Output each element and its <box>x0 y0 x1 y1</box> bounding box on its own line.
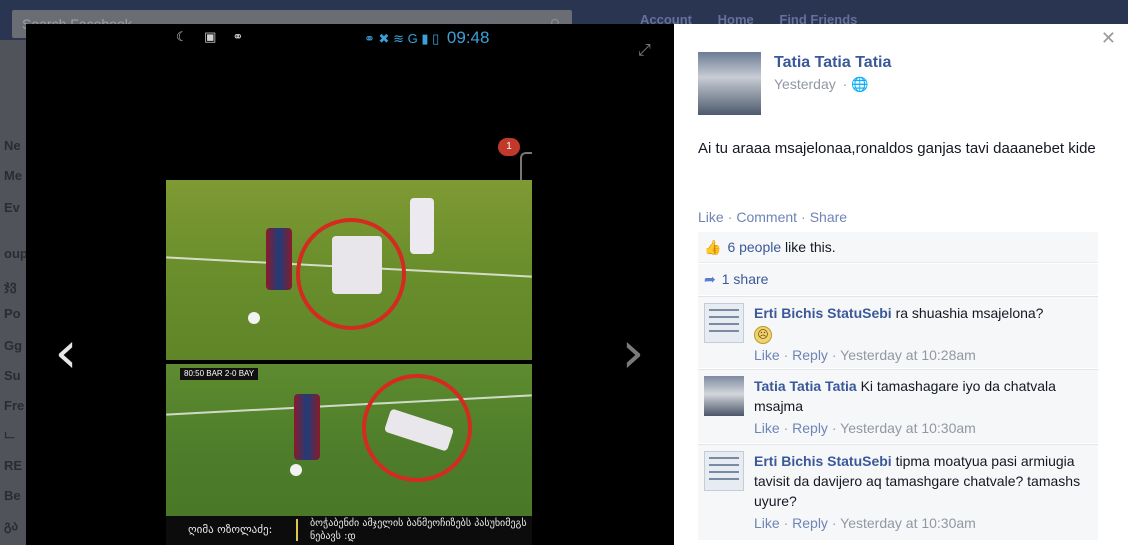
comment-avatar[interactable] <box>704 376 744 416</box>
post-author[interactable]: Tatia Tatia Tatia <box>774 54 891 72</box>
fullscreen-icon[interactable]: ⤢ <box>638 42 651 60</box>
ball <box>290 464 302 476</box>
comment-like-button[interactable]: Like <box>754 347 780 363</box>
headphones-icon: ⚭ <box>364 31 375 46</box>
sidebar-item[interactable]: ჯვ <box>4 278 17 294</box>
frown-emoji-icon: ☹ <box>754 326 772 344</box>
comment-like-button[interactable]: Like <box>754 515 780 531</box>
sidebar-item[interactable]: RE <box>4 458 22 473</box>
previous-photo-button[interactable]: ‹ <box>46 323 86 381</box>
sidebar-item[interactable]: Fre <box>4 398 24 413</box>
network-type: G <box>407 31 418 46</box>
sidebar-item[interactable]: Po <box>4 306 21 321</box>
sidebar-item[interactable]: გა <box>4 518 18 534</box>
comment-meta: Like · Reply · Yesterday at 10:30am <box>754 515 976 531</box>
headphones-icon: ⚭ <box>232 29 244 44</box>
comment-avatar[interactable] <box>704 451 744 491</box>
comment-time[interactable]: Yesterday at 10:30am <box>840 420 976 436</box>
likes-count-link[interactable]: 6 people <box>727 239 781 255</box>
post-time: Yesterday · 🌐 <box>774 76 869 93</box>
player <box>294 394 320 460</box>
signal-icon: ▮ <box>421 31 429 46</box>
highlight-circle <box>362 374 472 482</box>
post-time-label[interactable]: Yesterday <box>774 76 836 92</box>
match-frame-bottom: 80:50 BAR 2-0 BAY <box>166 364 532 516</box>
comment-reply-button[interactable]: Reply <box>792 347 828 363</box>
comment-meta: Like · Reply · Yesterday at 10:30am <box>754 420 976 436</box>
comment-reply-button[interactable]: Reply <box>792 515 828 531</box>
like-button[interactable]: Like <box>698 209 724 225</box>
notification-badge: 1 <box>498 138 520 156</box>
comment-item: Erti Bichis StatuSebi ra shuashia msajel… <box>698 296 1098 368</box>
shares-count-link[interactable]: 1 share <box>722 271 769 287</box>
post-text: Ai tu araaa msajelonaa,ronaldos ganjas t… <box>698 140 1096 157</box>
shares-row: ➦ 1 share <box>698 264 1098 295</box>
player <box>266 228 292 290</box>
likes-row: 👍 6 people like this. <box>698 232 1098 263</box>
sidebar-item[interactable]: Gg <box>4 338 22 353</box>
comment-button[interactable]: Comment <box>736 209 797 225</box>
status-time: 09:48 <box>446 28 490 47</box>
left-sidebar: Ne Me Ev oup ჯვ Po Gg Su Fre ட RE Be გა <box>0 40 28 545</box>
likes-suffix: like this. <box>781 239 836 255</box>
photo-stage: ☾ ▣ ⚭ ⚭ ✖ ≋ G ▮ ▯ 09:48 1 80:50 BAR 2-0 … <box>26 24 674 545</box>
comment-text: ra shuashia msajelona? <box>895 305 1044 321</box>
comment-body: Erti Bichis StatuSebi tipma moatyua pasi… <box>754 451 1092 511</box>
sidebar-item[interactable]: ட <box>4 426 14 443</box>
globe-icon: · 🌐 <box>838 76 869 92</box>
caption-divider <box>296 519 298 541</box>
pitch-line <box>166 394 532 416</box>
comment-author[interactable]: Erti Bichis StatuSebi <box>754 305 892 321</box>
mute-icon: ✖ <box>378 31 390 46</box>
wifi-icon: ≋ <box>393 31 404 46</box>
photo[interactable]: ☾ ▣ ⚭ ⚭ ✖ ≋ G ▮ ▯ 09:48 1 80:50 BAR 2-0 … <box>166 24 532 545</box>
sidebar-item[interactable]: Ev <box>4 200 20 215</box>
comment-item: Erti Bichis StatuSebi tipma moatyua pasi… <box>698 444 1098 540</box>
comment-body: Erti Bichis StatuSebi ra shuashia msajel… <box>754 303 1092 344</box>
highlight-circle <box>296 218 406 330</box>
comment-time[interactable]: Yesterday at 10:30am <box>840 515 976 531</box>
photo-caption: ღიმა ოზოლაძე: ბოჭაბენძი ამჯელის ბანმეოჩი… <box>166 516 532 545</box>
share-button[interactable]: Share <box>810 209 847 225</box>
comment-meta: Like · Reply · Yesterday at 10:28am <box>754 347 976 363</box>
thumbs-up-icon: 👍 <box>704 239 722 255</box>
match-frame-top <box>166 180 532 360</box>
comment-like-button[interactable]: Like <box>754 420 780 436</box>
comment-avatar[interactable] <box>704 303 744 343</box>
comment-author[interactable]: Erti Bichis StatuSebi <box>754 453 892 469</box>
sidebar-item[interactable]: oup <box>4 246 28 261</box>
close-icon[interactable]: ✕ <box>1101 28 1116 49</box>
ball <box>248 312 260 324</box>
sidebar-item[interactable]: Su <box>4 368 21 383</box>
sidebar-item[interactable]: Me <box>4 168 22 183</box>
comment-author[interactable]: Tatia Tatia Tatia <box>754 378 857 394</box>
comment-reply-button[interactable]: Reply <box>792 420 828 436</box>
author-avatar[interactable] <box>698 52 761 115</box>
post-panel: ✕ Tatia Tatia Tatia Yesterday · 🌐 Ai tu … <box>674 24 1128 545</box>
comment-body: Tatia Tatia Tatia Ki tamashagare iyo da … <box>754 376 1092 416</box>
comment-item: Tatia Tatia Tatia Ki tamashagare iyo da … <box>698 369 1098 443</box>
player <box>410 198 434 254</box>
sidebar-item[interactable]: Ne <box>4 138 21 153</box>
comment-time[interactable]: Yesterday at 10:28am <box>840 347 976 363</box>
caption-text: ბოჭაბენძი ამჯელის ბანმეოჩიზებს პასუხიმეგ… <box>310 518 527 542</box>
share-arrow-icon: ➦ <box>704 271 716 287</box>
image-icon: ▣ <box>204 29 217 44</box>
next-photo-button[interactable]: › <box>613 323 653 381</box>
sidebar-item[interactable]: Be <box>4 488 21 503</box>
scoreboard: 80:50 BAR 2-0 BAY <box>180 368 259 380</box>
post-actions: Like · Comment · Share <box>698 209 848 225</box>
moon-icon: ☾ <box>176 29 188 44</box>
battery-icon: ▯ <box>432 31 440 46</box>
phone-status-bar: ☾ ▣ ⚭ ⚭ ✖ ≋ G ▮ ▯ 09:48 <box>166 24 532 52</box>
caption-author: ღიმა ოზოლაძე: <box>188 523 273 536</box>
